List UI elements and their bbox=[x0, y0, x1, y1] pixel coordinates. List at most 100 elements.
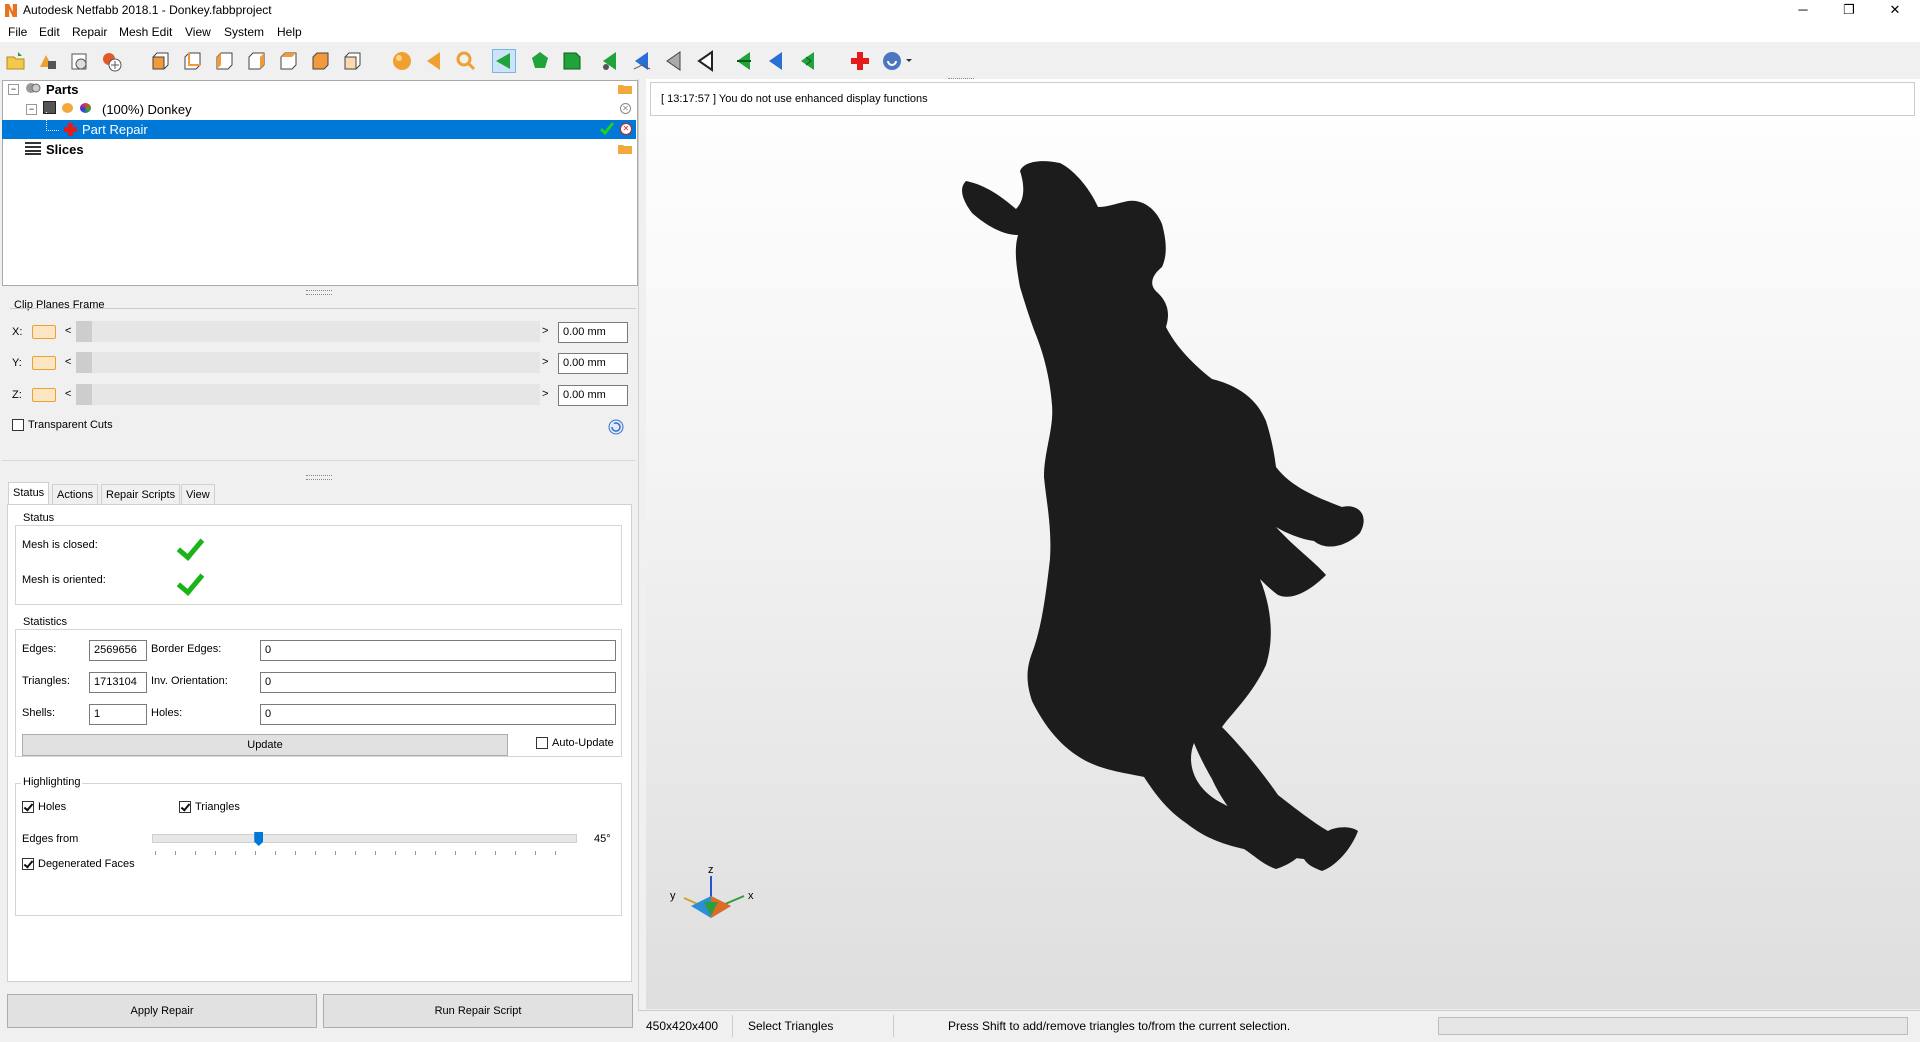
view-iso-icon[interactable] bbox=[340, 49, 364, 73]
select-shell-icon[interactable] bbox=[560, 49, 584, 73]
repair-icon[interactable] bbox=[848, 49, 872, 73]
restore-button[interactable]: ❐ bbox=[1826, 0, 1872, 22]
holes-checkbox[interactable] bbox=[22, 801, 34, 813]
select-triangles-icon[interactable] bbox=[492, 49, 516, 73]
triangles-checkbox[interactable] bbox=[179, 801, 191, 813]
clip-z-slider[interactable] bbox=[76, 384, 540, 405]
slices-folder-icon[interactable] bbox=[618, 143, 632, 154]
collapse-parts-icon[interactable]: − bbox=[8, 84, 19, 95]
close-button[interactable]: ✕ bbox=[1872, 0, 1918, 22]
view-front-icon[interactable] bbox=[148, 49, 172, 73]
clip-z-label: Z: bbox=[12, 389, 22, 401]
select-plane-icon[interactable] bbox=[630, 49, 654, 73]
highlighting-group-title: Highlighting bbox=[21, 776, 83, 788]
edges-from-slider[interactable] bbox=[152, 834, 577, 843]
sphere-icon[interactable] bbox=[390, 49, 414, 73]
menu-file[interactable]: File bbox=[8, 25, 27, 39]
clip-y-field[interactable]: 0.00 mm bbox=[558, 353, 628, 374]
deselect-icon[interactable] bbox=[764, 49, 788, 73]
new-part-icon[interactable] bbox=[100, 49, 124, 73]
view-right-icon[interactable] bbox=[244, 49, 268, 73]
tree-parts-label[interactable]: Parts bbox=[46, 81, 79, 99]
tree-donkey-label[interactable]: (100%) Donkey bbox=[102, 101, 192, 119]
update-button[interactable]: Update bbox=[22, 734, 508, 756]
status-mode: Select Triangles bbox=[748, 1019, 834, 1033]
clip-x-slider[interactable] bbox=[76, 321, 540, 342]
degenerated-faces-checkbox[interactable] bbox=[22, 858, 34, 870]
donkey-model[interactable] bbox=[646, 79, 1920, 1009]
view-bottom-icon[interactable] bbox=[308, 49, 332, 73]
menu-mesh-edit[interactable]: Mesh Edit bbox=[119, 25, 172, 39]
cancel-repair-icon[interactable]: ✕ bbox=[620, 123, 632, 135]
select-edge-icon[interactable] bbox=[598, 49, 622, 73]
invert-icon[interactable] bbox=[732, 49, 756, 73]
splitter-grip-2[interactable] bbox=[306, 475, 332, 480]
view-top-icon[interactable] bbox=[276, 49, 300, 73]
slices-icon bbox=[25, 141, 41, 155]
arrow-icon[interactable] bbox=[422, 49, 446, 73]
tab-view[interactable]: View bbox=[181, 484, 215, 505]
run-repair-script-button[interactable]: Run Repair Script bbox=[323, 994, 633, 1028]
holes-field: 0 bbox=[260, 704, 616, 725]
auto-update-label: Auto-Update bbox=[552, 737, 614, 749]
clip-y-right-arrow[interactable]: > bbox=[542, 356, 548, 368]
clip-y-slider[interactable] bbox=[76, 352, 540, 373]
axis-gizmo[interactable]: z y x bbox=[664, 864, 760, 936]
collapse-donkey-icon[interactable]: − bbox=[26, 104, 37, 115]
clip-x-right-arrow[interactable]: > bbox=[542, 325, 548, 337]
transparent-cuts-checkbox[interactable] bbox=[12, 419, 24, 431]
clip-x-thumb[interactable] bbox=[76, 321, 92, 342]
clip-z-right-arrow[interactable]: > bbox=[542, 388, 548, 400]
clip-z-left-arrow[interactable]: < bbox=[65, 388, 71, 400]
auto-update-checkbox[interactable] bbox=[536, 737, 548, 749]
tree-part-repair-label[interactable]: Part Repair bbox=[82, 121, 148, 139]
clip-y-left-arrow[interactable]: < bbox=[65, 356, 71, 368]
help-icon[interactable] bbox=[880, 49, 916, 73]
divider bbox=[2, 460, 636, 461]
axis-z-label: z bbox=[708, 864, 714, 876]
clip-z-field[interactable]: 0.00 mm bbox=[558, 385, 628, 406]
minimize-button[interactable]: ─ bbox=[1780, 0, 1826, 22]
select-surface-icon[interactable] bbox=[528, 49, 552, 73]
tab-status[interactable]: Status bbox=[8, 482, 50, 506]
select-region-icon[interactable] bbox=[662, 49, 686, 73]
edges-label: Edges: bbox=[22, 643, 57, 655]
highlighting-group bbox=[15, 783, 622, 916]
add-part-2-icon[interactable] bbox=[68, 49, 92, 73]
clip-z-thumb[interactable] bbox=[76, 384, 92, 405]
select-all-icon[interactable] bbox=[694, 49, 718, 73]
clip-x-left-arrow[interactable]: < bbox=[65, 325, 71, 337]
menu-help[interactable]: Help bbox=[277, 25, 302, 39]
menu-system[interactable]: System bbox=[224, 25, 264, 39]
palette-icon[interactable] bbox=[80, 103, 91, 113]
menu-view[interactable]: View bbox=[185, 25, 211, 39]
clip-x-field[interactable]: 0.00 mm bbox=[558, 322, 628, 343]
apply-repair-button[interactable]: Apply Repair bbox=[7, 994, 317, 1028]
view-back-icon[interactable] bbox=[180, 49, 204, 73]
clip-z-toggle[interactable] bbox=[32, 388, 56, 402]
axis-y-label: y bbox=[670, 890, 676, 902]
open-project-icon[interactable] bbox=[4, 49, 28, 73]
view-left-icon[interactable] bbox=[212, 49, 236, 73]
zoom-icon[interactable] bbox=[454, 49, 478, 73]
extend-icon[interactable] bbox=[796, 49, 820, 73]
status-dimensions: 450x420x400 bbox=[646, 1019, 719, 1033]
tab-repair-scripts[interactable]: Repair Scripts bbox=[101, 484, 181, 505]
tree-slices-label[interactable]: Slices bbox=[46, 141, 84, 159]
confirm-check-icon[interactable] bbox=[599, 122, 615, 136]
clip-x-label: X: bbox=[12, 326, 23, 338]
color-icon[interactable] bbox=[62, 103, 73, 113]
add-part-icon[interactable] bbox=[36, 49, 60, 73]
clip-x-toggle[interactable] bbox=[32, 325, 56, 339]
menu-edit[interactable]: Edit bbox=[39, 25, 60, 39]
remove-part-icon[interactable]: ✕ bbox=[620, 103, 631, 114]
menu-repair[interactable]: Repair bbox=[72, 25, 107, 39]
tab-actions[interactable]: Actions bbox=[52, 484, 99, 505]
splitter-grip[interactable] bbox=[306, 290, 332, 295]
clip-y-thumb[interactable] bbox=[76, 352, 92, 373]
clip-planes-title: Clip Planes Frame bbox=[14, 299, 105, 311]
3d-viewport[interactable] bbox=[646, 79, 1920, 1009]
reset-clip-icon[interactable] bbox=[608, 419, 624, 435]
clip-y-toggle[interactable] bbox=[32, 356, 56, 370]
parts-folder-icon[interactable] bbox=[618, 83, 632, 94]
